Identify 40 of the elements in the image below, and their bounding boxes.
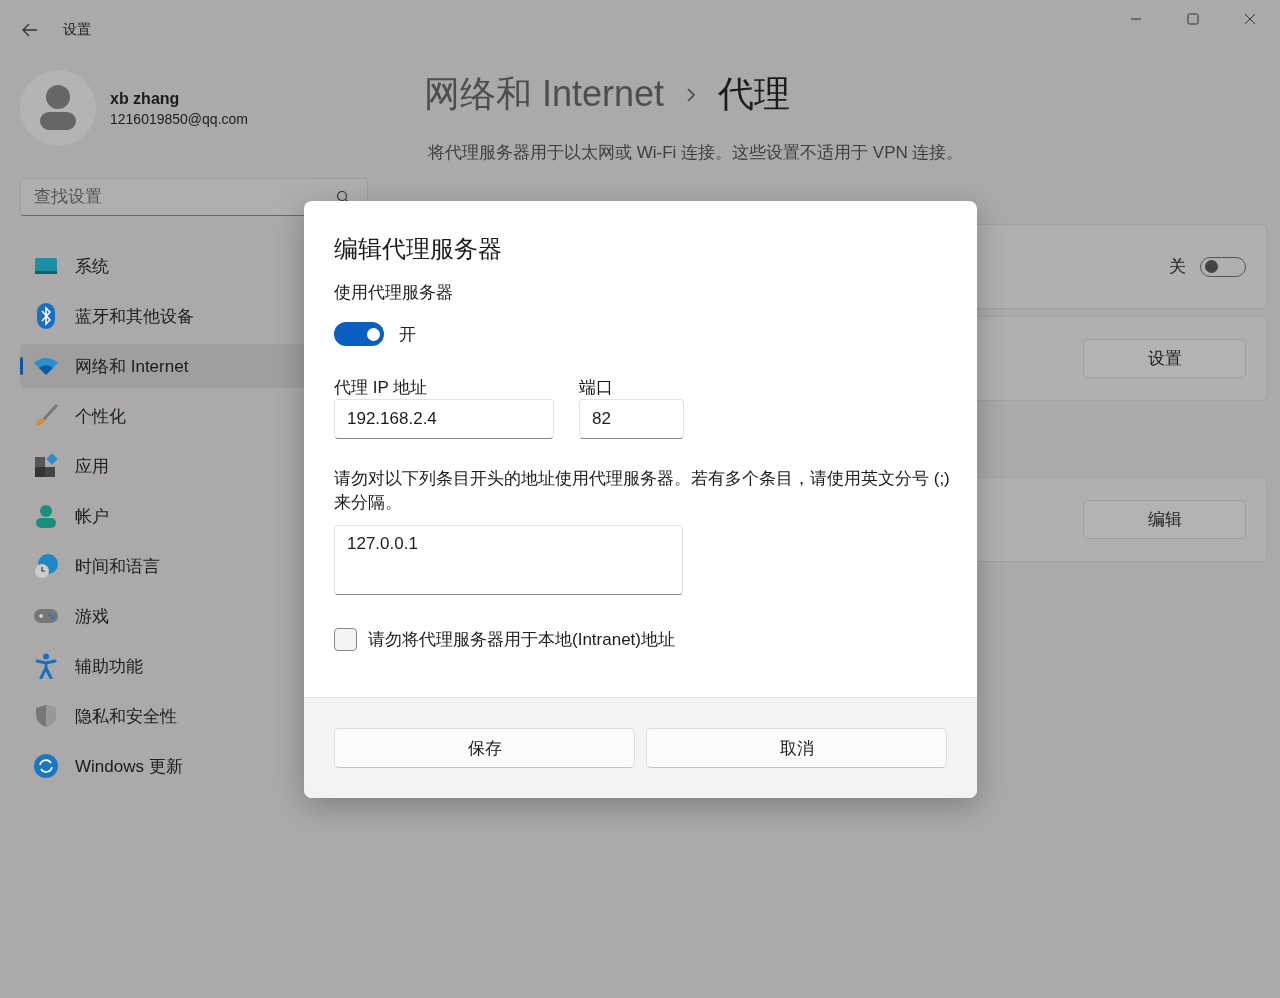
input-field[interactable]: 82 (579, 399, 684, 439)
input-field[interactable]: 192.168.2.4 (334, 399, 554, 439)
shield-icon (33, 704, 59, 728)
checkbox[interactable] (334, 628, 357, 651)
window-title: 设置 (63, 21, 91, 39)
back-icon[interactable] (22, 23, 38, 37)
avatar-icon (20, 70, 96, 146)
page-description: 将代理服务器用于以太网或 Wi-Fi 连接。这些设置不适用于 VPN 连接。 (428, 142, 965, 164)
input-field[interactable]: 127.0.0.1 (334, 525, 683, 595)
exceptions-label: 请勿对以下列条目开头的地址使用代理服务器。若有多个条目，请使用英文分号 (;) 来分隔。 (334, 468, 951, 514)
accessibility-icon (33, 653, 59, 679)
maximize-icon[interactable] (1187, 13, 1199, 25)
brush-icon (33, 404, 59, 428)
user-name: xb zhang (110, 89, 181, 108)
dialog-title: 编辑代理服务器 (334, 234, 502, 264)
toggle-switch[interactable] (334, 322, 384, 346)
breadcrumb-link[interactable]: 网络和 Internet (424, 70, 665, 119)
dialog-button[interactable]: 取消 (646, 728, 947, 768)
gamepad-icon (33, 607, 59, 625)
page-title: 代理 (718, 72, 791, 116)
monitor-icon (33, 256, 59, 276)
field-label: 端口 (579, 377, 613, 399)
sidebar-item[interactable]: 游戏 (20, 594, 350, 638)
update-icon (33, 754, 59, 778)
toggle-label: 使用代理服务器 (334, 282, 453, 304)
wifi-icon (33, 356, 59, 376)
dialog-button[interactable]: 保存 (334, 728, 635, 768)
card-button[interactable]: 设置 (1083, 339, 1246, 378)
sidebar-item[interactable]: 辅助功能 (20, 644, 350, 688)
person-icon (33, 504, 59, 528)
checkbox-label: 请勿将代理服务器用于本地(Intranet)地址 (368, 629, 675, 651)
user-email: 1216019850@qq.com (110, 110, 248, 127)
card-button[interactable]: 编辑 (1083, 500, 1246, 539)
globe-clock-icon (33, 553, 59, 579)
toggle-state: 开 (399, 323, 416, 346)
apps-icon (33, 454, 59, 478)
toggle-state: 关 (1169, 256, 1186, 278)
close-icon[interactable] (1244, 13, 1256, 25)
chevron-icon (686, 86, 697, 103)
search-field[interactable]: 查找设置 (20, 178, 368, 216)
